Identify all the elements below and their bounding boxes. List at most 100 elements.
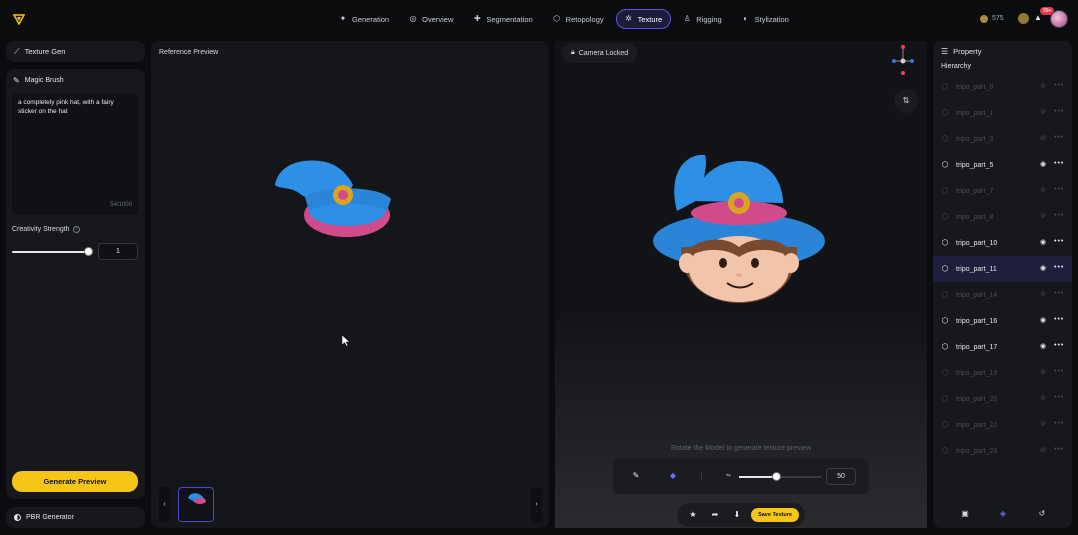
generate-preview-button[interactable]: Generate Preview	[12, 471, 138, 492]
cube-icon: ⬡	[941, 316, 949, 325]
more-icon[interactable]: •••	[1054, 264, 1064, 272]
save-texture-button[interactable]: Save Texture	[751, 508, 799, 522]
cube-icon: ⬡	[941, 446, 949, 455]
reference-hat-image	[275, 160, 391, 237]
more-icon[interactable]: •••	[1054, 368, 1064, 376]
creativity-slider-track[interactable]	[12, 251, 88, 253]
eye-icon[interactable]: ◉	[1039, 239, 1047, 247]
eye-icon[interactable]: ◉	[1039, 343, 1047, 351]
reference-thumbnail[interactable]	[178, 487, 214, 522]
nav-generation[interactable]: ✦ Generation	[331, 9, 397, 29]
more-icon[interactable]: •••	[1054, 212, 1064, 220]
eye-off-icon[interactable]: ⊘	[1039, 369, 1047, 377]
hierarchy-row[interactable]: ⬡ tripo_part_1 ⊘ •••	[933, 100, 1072, 126]
hierarchy-row[interactable]: ⬡ tripo_part_8 ⊘ •••	[933, 204, 1072, 230]
more-icon[interactable]: •••	[1054, 316, 1064, 324]
creativity-strength-label: Creativity Strength i	[12, 226, 80, 233]
eye-off-icon[interactable]: ⊘	[1039, 291, 1047, 299]
more-icon[interactable]: •••	[1054, 290, 1064, 298]
brush-tool-icon[interactable]: ✎	[631, 471, 641, 481]
add-credits-icon[interactable]	[1017, 13, 1029, 24]
creativity-slider-handle[interactable]	[84, 247, 93, 256]
view-tool-button[interactable]: ⇅	[894, 89, 918, 113]
property-panel: ☰ Property Hierarchy ⬡ tripo_part_0 ⊘ ••• ⬡ t…	[933, 41, 1072, 528]
hierarchy-row[interactable]: ⬡ tripo_part_20 ⊘ •••	[933, 386, 1072, 412]
eye-icon[interactable]: ◉	[1039, 265, 1047, 273]
eye-off-icon[interactable]: ⊘	[1039, 395, 1047, 403]
share-icon[interactable]: ➦	[710, 510, 720, 520]
prev-thumb-button[interactable]: ‹	[159, 487, 170, 522]
hierarchy-row[interactable]: ⬡ tripo_part_19 ⊘ •••	[933, 360, 1072, 386]
eye-off-icon[interactable]: ⊘	[1039, 421, 1047, 429]
eraser-tool-icon[interactable]: ◆	[668, 471, 678, 481]
camera-locked-button[interactable]: 🔒︎ Camera Locked	[562, 43, 638, 63]
hierarchy-row[interactable]: ⬡ tripo_part_5 ◉ •••	[933, 152, 1072, 178]
part-name: tripo_part_7	[956, 187, 994, 195]
layers-stack-icon[interactable]: ◈	[998, 509, 1008, 519]
nav-stylization[interactable]: ◐ Stylization	[734, 9, 797, 29]
archive-icon[interactable]: ▣	[960, 509, 970, 519]
cube-icon: ⬡	[941, 108, 949, 117]
next-thumb-button[interactable]: ›	[531, 487, 542, 522]
eye-off-icon[interactable]: ⊘	[1039, 447, 1047, 455]
brush-size-input[interactable]: 50	[826, 468, 856, 485]
creativity-value-input[interactable]: 1	[98, 243, 138, 260]
nav-rigging[interactable]: ♙ Rigging	[675, 9, 729, 29]
more-icon[interactable]: •••	[1054, 160, 1064, 168]
more-icon[interactable]: •••	[1054, 394, 1064, 402]
eye-icon[interactable]: ◉	[1039, 317, 1047, 325]
eye-off-icon[interactable]: ⊘	[1039, 83, 1047, 91]
texture-gen-header[interactable]: ⟋ Texture Gen	[6, 41, 145, 62]
hierarchy-row[interactable]: ⬡ tripo_part_11 ◉ •••	[933, 256, 1072, 282]
magic-brush-card: ✎ Magic Brush a completely pink hat, wit…	[6, 69, 145, 499]
more-icon[interactable]: •••	[1054, 134, 1064, 142]
hierarchy-row[interactable]: ⬡ tripo_part_10 ◉ •••	[933, 230, 1072, 256]
eye-off-icon[interactable]: ⊘	[1039, 109, 1047, 117]
download-icon[interactable]: ⬇	[732, 510, 742, 520]
credits-display[interactable]: 575	[980, 13, 1029, 24]
app-logo-icon[interactable]	[13, 13, 25, 25]
hierarchy-row[interactable]: ⬡ tripo_part_0 ⊘ •••	[933, 74, 1072, 100]
hierarchy-row[interactable]: ⬡ tripo_part_16 ◉ •••	[933, 308, 1072, 334]
info-icon[interactable]: i	[72, 226, 80, 233]
star-icon[interactable]: ★	[688, 510, 698, 520]
3d-viewport[interactable]: 🔒︎ Camera Locked ⇅ Rotate the Model to g…	[555, 41, 927, 528]
nav-texture[interactable]: ✲ Texture	[615, 9, 672, 29]
cube-icon: ⬡	[941, 264, 949, 273]
reference-thumbnail-strip: ‹ ›	[159, 487, 542, 522]
cube-icon: ⬡	[941, 290, 949, 299]
hierarchy-row[interactable]: ⬡ tripo_part_22 ⊘ •••	[933, 412, 1072, 438]
pbr-generator-toggle[interactable]: PBR Generator	[6, 507, 145, 528]
hierarchy-row[interactable]: ⬡ tripo_part_3 ⊘ •••	[933, 126, 1072, 152]
cube-icon: ⬡	[941, 212, 949, 221]
nav-segmentation[interactable]: ✚ Segmentation	[465, 9, 540, 29]
eye-off-icon[interactable]: ⊘	[1039, 187, 1047, 195]
figure-icon: ♙	[683, 14, 691, 23]
part-name: tripo_part_10	[956, 239, 998, 247]
eye-off-icon[interactable]: ⊘	[1039, 135, 1047, 143]
hierarchy-row[interactable]: ⬡ tripo_part_7 ⊘ •••	[933, 178, 1072, 204]
more-icon[interactable]: •••	[1054, 342, 1064, 350]
avatar[interactable]	[1050, 10, 1068, 28]
hierarchy-row[interactable]: ⬡ tripo_part_17 ◉ •••	[933, 334, 1072, 360]
eye-icon[interactable]: ◉	[1039, 161, 1047, 169]
brush-size-slider-handle[interactable]	[772, 472, 781, 481]
bell-icon[interactable]: ▲	[1034, 14, 1042, 22]
history-icon[interactable]: ↺	[1037, 509, 1047, 519]
more-icon[interactable]: •••	[1054, 186, 1064, 194]
more-icon[interactable]: •••	[1054, 82, 1064, 90]
more-icon[interactable]: •••	[1054, 420, 1064, 428]
brush-size-icon: ⇋	[726, 473, 732, 479]
prompt-input[interactable]: a completely pink hat, with a fairy stic…	[12, 93, 138, 215]
more-icon[interactable]: •••	[1054, 446, 1064, 454]
part-name: tripo_part_17	[956, 343, 998, 351]
nav-overview[interactable]: ◎ Overview	[401, 9, 461, 29]
hierarchy-row[interactable]: ⬡ tripo_part_23 ⊘ •••	[933, 438, 1072, 464]
axis-gizmo-icon[interactable]	[890, 44, 916, 76]
more-icon[interactable]: •••	[1054, 238, 1064, 246]
eye-off-icon[interactable]: ⊘	[1039, 213, 1047, 221]
hierarchy-row[interactable]: ⬡ tripo_part_14 ⊘ •••	[933, 282, 1072, 308]
nav-retopology[interactable]: ⬡ Retopology	[545, 9, 612, 29]
more-icon[interactable]: •••	[1054, 108, 1064, 116]
part-name: tripo_part_3	[956, 135, 994, 143]
